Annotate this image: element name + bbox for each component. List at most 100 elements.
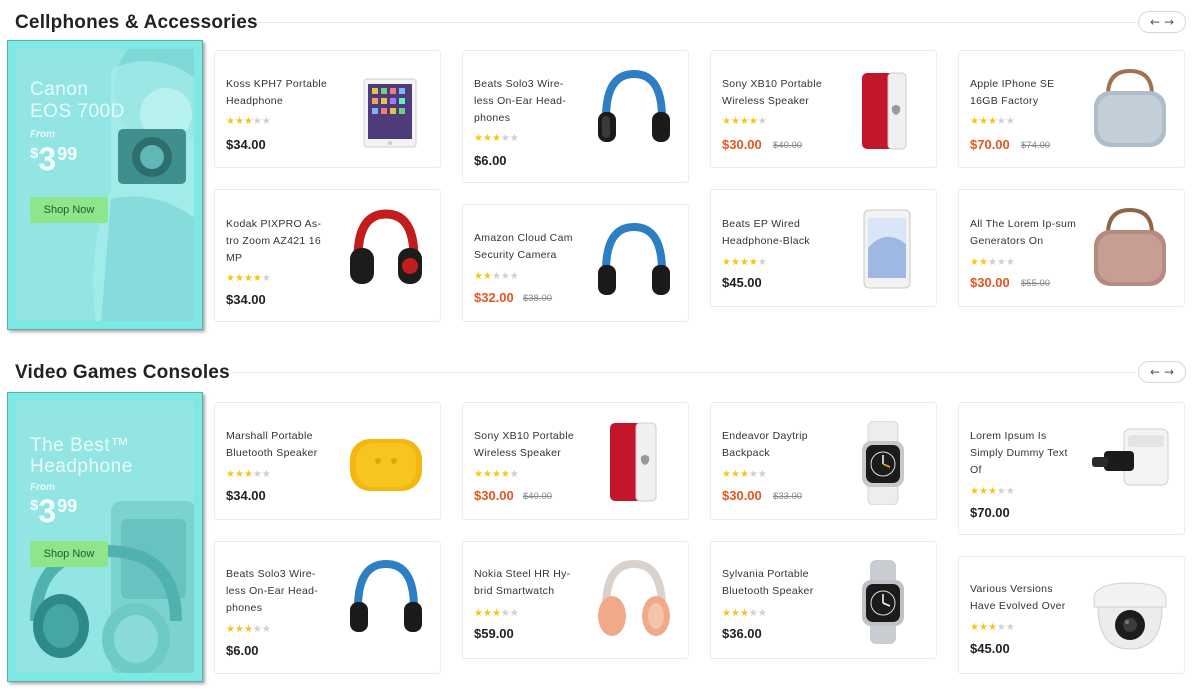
star-icon: ★ bbox=[757, 469, 767, 480]
title-divider bbox=[256, 22, 1136, 23]
arrow-left-icon[interactable]: ← bbox=[1150, 366, 1160, 378]
star-icon: ★ bbox=[474, 133, 483, 144]
product-name[interactable]: Various Versions Have Evolved Over bbox=[970, 581, 1078, 615]
banner-title-line2: Headphone bbox=[30, 456, 133, 477]
star-icon: ★ bbox=[757, 116, 767, 127]
product-name[interactable]: Apple IPhone SE 16GB Factory bbox=[970, 76, 1078, 110]
product-name[interactable]: Koss KPH7 Portable Headphone bbox=[226, 76, 334, 110]
product-card[interactable]: Sony XB10 Portable Wireless Speaker ★★★★… bbox=[462, 402, 689, 520]
product-price: $59.00 bbox=[474, 626, 514, 641]
speaker-icon bbox=[1094, 208, 1166, 286]
star-icon: ★ bbox=[1005, 486, 1015, 497]
product-name[interactable]: Beats Solo3 Wire-less On-Ear Head-phones bbox=[474, 76, 582, 127]
product-name[interactable]: Endeavor Daytrip Backpack bbox=[722, 428, 830, 462]
star-icon: ★ bbox=[996, 622, 1006, 633]
product-card[interactable]: Sony XB10 Portable Wireless Speaker ★★★★… bbox=[710, 50, 937, 168]
arrow-left-icon[interactable]: ← bbox=[1150, 16, 1160, 28]
star-icon: ★ bbox=[970, 257, 979, 268]
banner-title-line1: Canon bbox=[30, 79, 89, 100]
product-name[interactable]: Marshall Portable Bluetooth Speaker bbox=[226, 428, 334, 462]
promo-banner[interactable]: Canon EOS 700D From $399 Shop Now bbox=[7, 40, 203, 330]
rating-stars: ★★★★★ bbox=[474, 272, 519, 282]
star-icon: ★ bbox=[978, 622, 988, 633]
star-icon: ★ bbox=[509, 469, 519, 480]
star-icon: ★ bbox=[252, 624, 262, 635]
product-name[interactable]: Sylvania Portable Bluetooth Speaker bbox=[722, 566, 830, 600]
rating-stars: ★★★★★ bbox=[970, 258, 1015, 268]
product-price: $32.00 bbox=[474, 290, 514, 305]
old-price: $38.00 bbox=[523, 293, 553, 304]
product-card[interactable]: Beats Solo3 Wire-less On-Ear Head-phones… bbox=[214, 541, 441, 674]
headphones-icon bbox=[350, 559, 422, 632]
product-card[interactable]: Beats Solo3 Wire-less On-Ear Head-phones… bbox=[462, 50, 689, 183]
star-icon: ★ bbox=[509, 133, 519, 144]
shop-now-button[interactable]: Shop Now bbox=[30, 541, 108, 567]
product-name[interactable]: Beats Solo3 Wire-less On-Ear Head-phones bbox=[226, 566, 334, 617]
shop-now-button[interactable]: Shop Now bbox=[30, 197, 108, 223]
product-name[interactable]: Beats EP Wired Headphone-Black bbox=[722, 216, 830, 250]
product-price: $45.00 bbox=[722, 275, 762, 290]
old-price: $40.00 bbox=[773, 140, 803, 151]
product-price: $45.00 bbox=[970, 641, 1010, 656]
banner-price: $399 bbox=[30, 141, 78, 177]
star-icon: ★ bbox=[1005, 116, 1015, 127]
star-icon: ★ bbox=[234, 624, 244, 635]
product-name[interactable]: Sony XB10 Portable Wireless Speaker bbox=[722, 76, 830, 110]
rating-stars: ★★★★★ bbox=[722, 117, 767, 127]
section-video-games: Video Games Consoles ← → The Best™ Headp… bbox=[0, 350, 1199, 692]
product-name[interactable]: Sony XB10 Portable Wireless Speaker bbox=[474, 428, 582, 462]
product-price: $6.00 bbox=[474, 153, 507, 168]
star-icon: ★ bbox=[730, 469, 740, 480]
star-icon: ★ bbox=[987, 116, 997, 127]
banner-image: Canon EOS 700D From $399 Shop Now bbox=[16, 49, 194, 321]
product-card[interactable]: Nokia Steel HR Hy-brid Smartwatch ★★★★★ … bbox=[462, 541, 689, 659]
security-camera-icon bbox=[1093, 582, 1167, 650]
product-card[interactable]: All The Lorem Ip-sum Generators On ★★★★★… bbox=[958, 189, 1185, 307]
star-icon: ★ bbox=[739, 469, 749, 480]
product-card[interactable]: Beats EP Wired Headphone-Black ★★★★★ $45… bbox=[710, 189, 937, 307]
star-icon: ★ bbox=[243, 469, 253, 480]
star-icon: ★ bbox=[970, 116, 979, 127]
product-name[interactable]: Kodak PIXPRO As-tro Zoom AZ421 16 MP bbox=[226, 216, 334, 267]
star-icon: ★ bbox=[491, 133, 501, 144]
arrow-right-icon[interactable]: → bbox=[1164, 366, 1174, 378]
product-card[interactable]: Kodak PIXPRO As-tro Zoom AZ421 16 MP ★★★… bbox=[214, 189, 441, 322]
product-card[interactable]: Koss KPH7 Portable Headphone ★★★★★ $34.0… bbox=[214, 50, 441, 168]
arrow-right-icon[interactable]: → bbox=[1164, 16, 1174, 28]
rating-stars: ★★★★★ bbox=[722, 258, 767, 268]
smartphone-icon bbox=[610, 422, 657, 502]
star-icon: ★ bbox=[482, 133, 492, 144]
product-card[interactable]: Endeavor Daytrip Backpack ★★★★★ $30.00 $… bbox=[710, 402, 937, 520]
star-icon: ★ bbox=[739, 116, 749, 127]
star-icon: ★ bbox=[261, 116, 271, 127]
product-card[interactable]: Lorem Ipsum Is Simply Dummy Text Of ★★★★… bbox=[958, 402, 1185, 535]
smartwatch-icon bbox=[862, 560, 904, 644]
product-card[interactable]: Apple IPhone SE 16GB Factory ★★★★★ $70.0… bbox=[958, 50, 1185, 168]
product-card[interactable]: Marshall Portable Bluetooth Speaker ★★★★… bbox=[214, 402, 441, 520]
product-name[interactable]: Nokia Steel HR Hy-brid Smartwatch bbox=[474, 566, 582, 600]
star-icon: ★ bbox=[1005, 622, 1015, 633]
product-card[interactable]: Amazon Cloud Cam Security Camera ★★★★★ $… bbox=[462, 204, 689, 322]
star-icon: ★ bbox=[1005, 257, 1015, 268]
product-price: $36.00 bbox=[722, 626, 762, 641]
star-icon: ★ bbox=[252, 469, 262, 480]
star-icon: ★ bbox=[500, 469, 510, 480]
product-card[interactable]: Various Versions Have Evolved Over ★★★★★… bbox=[958, 556, 1185, 674]
star-icon: ★ bbox=[987, 622, 997, 633]
rating-stars: ★★★★★ bbox=[474, 470, 519, 480]
product-name[interactable]: Lorem Ipsum Is Simply Dummy Text Of bbox=[970, 428, 1078, 479]
smartphone-icon bbox=[863, 209, 911, 289]
product-name[interactable]: All The Lorem Ip-sum Generators On bbox=[970, 216, 1078, 250]
old-price: $33.00 bbox=[773, 491, 803, 502]
product-name[interactable]: Amazon Cloud Cam Security Camera bbox=[474, 230, 582, 264]
star-icon: ★ bbox=[739, 257, 749, 268]
product-card[interactable]: Sylvania Portable Bluetooth Speaker ★★★★… bbox=[710, 541, 937, 659]
section-cellphones: Cellphones & Accessories ← → Canon EOS 7… bbox=[0, 0, 1199, 340]
banner-price: $399 bbox=[30, 493, 78, 529]
headphones-icon bbox=[598, 559, 670, 636]
star-icon: ★ bbox=[987, 486, 997, 497]
tablet-icon bbox=[363, 78, 417, 148]
headphones-icon bbox=[598, 222, 670, 295]
promo-banner[interactable]: The Best™ Headphone From $399 Shop Now bbox=[7, 392, 203, 682]
star-icon: ★ bbox=[243, 116, 253, 127]
